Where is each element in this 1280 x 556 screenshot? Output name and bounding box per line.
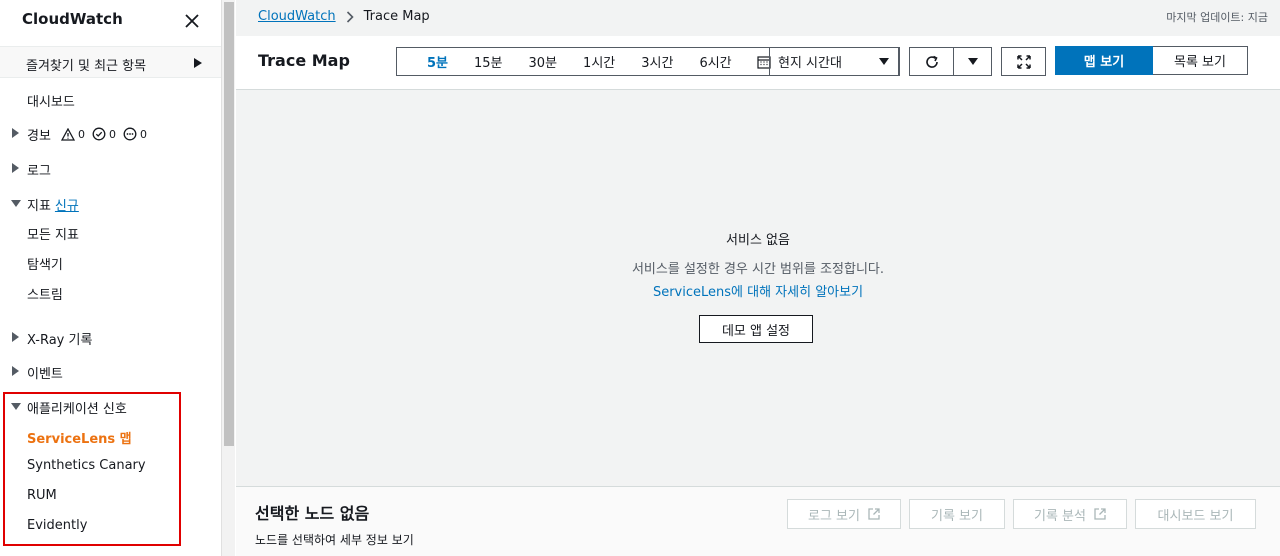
- sidebar-item-logs[interactable]: 로그: [0, 157, 221, 181]
- sidebar-item-application-signals[interactable]: 애플리케이션 신호: [0, 395, 221, 419]
- sidebar-item-rum[interactable]: RUM: [0, 485, 221, 509]
- sidebar-scrollbar[interactable]: [221, 0, 235, 556]
- caret-down-icon: [11, 200, 21, 207]
- check-circle-icon: [92, 127, 106, 141]
- empty-description: 서비스를 설정한 경우 시간 범위를 조정합니다.: [631, 262, 885, 277]
- external-link-icon: [1094, 508, 1106, 520]
- learn-more-link-text-suffix: 에 대해 자세히 알아보기: [731, 285, 864, 300]
- breadcrumb-cloudwatch-link[interactable]: CloudWatch: [258, 9, 336, 24]
- favorites-label: 즐겨찾기 및 최근 항목: [26, 59, 147, 74]
- sidebar-item-label: 대시보드: [27, 95, 75, 110]
- view-dashboard-label: 대시보드 보기: [1157, 508, 1234, 524]
- view-logs-button[interactable]: 로그 보기: [787, 499, 901, 529]
- node-panel-title: 선택한 노드 없음: [255, 504, 370, 523]
- caret-right-icon: [194, 58, 202, 68]
- insufficient-count: 0: [140, 127, 147, 141]
- sidebar: CloudWatch 즐겨찾기 및 최근 항목 대시보드 경보 0 0 0 로그…: [0, 0, 221, 556]
- analyze-traces-label: 기록 분석: [1034, 508, 1086, 524]
- caret-down-icon: [879, 58, 889, 65]
- sidebar-item-label: RUM: [27, 488, 57, 503]
- sidebar-item-label: ServiceLens 맵: [27, 432, 132, 447]
- sidebar-item-streams[interactable]: 스트림: [0, 281, 221, 305]
- sidebar-item-label: 지표: [27, 199, 51, 214]
- sidebar-item-label: 모든 지표: [27, 228, 79, 243]
- scrollbar-thumb[interactable]: [224, 2, 234, 446]
- expand-icon: [1016, 54, 1031, 69]
- sidebar-item-synthetics[interactable]: Synthetics Canary: [0, 455, 221, 479]
- caret-right-icon: [12, 128, 19, 138]
- sidebar-item-servicelens[interactable]: ServiceLens 맵: [0, 425, 221, 449]
- timezone-select[interactable]: 현지 시간대: [769, 47, 900, 76]
- last-updated-text: 마지막 업데이트: 지금: [1166, 11, 1268, 24]
- time-option-1h[interactable]: 1시간: [570, 52, 628, 71]
- refresh-icon: [925, 55, 938, 68]
- view-logs-label: 로그 보기: [808, 508, 860, 524]
- time-option-6h[interactable]: 6시간: [686, 52, 744, 71]
- sidebar-item-events[interactable]: 이벤트: [0, 360, 221, 384]
- time-option-5m[interactable]: 5분: [414, 52, 461, 71]
- empty-title: 서비스 없음: [726, 233, 790, 248]
- sidebar-item-metrics[interactable]: 지표 신규: [0, 192, 221, 216]
- sidebar-item-label: 애플리케이션 신호: [27, 402, 127, 417]
- sidebar-item-label: 스트림: [27, 288, 63, 303]
- new-badge-link[interactable]: 신규: [55, 199, 79, 214]
- time-option-15m[interactable]: 15분: [461, 52, 516, 71]
- refresh-button[interactable]: [909, 47, 954, 76]
- analyze-traces-button[interactable]: 기록 분석: [1013, 499, 1127, 529]
- chevron-right-icon: [346, 10, 354, 23]
- sidebar-item-label: 이벤트: [27, 367, 63, 382]
- time-option-30m[interactable]: 30분: [516, 52, 571, 71]
- view-dashboard-button[interactable]: 대시보드 보기: [1135, 499, 1256, 529]
- sidebar-item-alarms[interactable]: 경보 0 0 0: [0, 122, 221, 146]
- time-option-3h[interactable]: 3시간: [628, 52, 686, 71]
- warning-icon: [61, 127, 75, 141]
- sidebar-title: CloudWatch: [22, 10, 123, 28]
- alarm-count: 0: [78, 127, 85, 141]
- caret-down-icon: [11, 403, 21, 410]
- list-view-button[interactable]: 목록 보기: [1153, 46, 1248, 75]
- sidebar-item-xray[interactable]: X-Ray 기록: [0, 326, 221, 350]
- sidebar-item-label: Evidently: [27, 518, 88, 533]
- sidebar-item-label: 로그: [27, 164, 51, 179]
- sidebar-item-evidently[interactable]: Evidently: [0, 515, 221, 539]
- alarm-status-counts: 0 0 0: [61, 127, 147, 141]
- timezone-value: 현지 시간대: [778, 56, 842, 71]
- learn-more-link-text: ServiceLens: [652, 285, 732, 300]
- map-view-button[interactable]: 맵 보기: [1055, 46, 1153, 75]
- favorites-section[interactable]: 즐겨찾기 및 최근 항목: [0, 46, 221, 78]
- main-content: CloudWatch Trace Map 마지막 업데이트: 지금 Trace …: [236, 0, 1280, 556]
- header-bar: Trace Map 5분 15분 30분 1시간 3시간 6시간 현지 시간대 …: [236, 36, 1280, 90]
- view-traces-button[interactable]: 기록 보기: [909, 499, 1005, 529]
- view-mode-toggle: 맵 보기 목록 보기: [1055, 46, 1248, 75]
- ellipsis-circle-icon: [123, 127, 137, 141]
- page-title: Trace Map: [258, 51, 350, 70]
- caret-right-icon: [12, 366, 19, 376]
- setup-demo-app-button[interactable]: 데모 앱 설정: [699, 315, 813, 343]
- sidebar-item-label: X-Ray 기록: [27, 333, 93, 348]
- ok-count: 0: [109, 127, 116, 141]
- breadcrumb: CloudWatch Trace Map: [258, 9, 430, 24]
- node-details-panel: 선택한 노드 없음 노드를 선택하여 세부 정보 보기 로그 보기 기록 보기 …: [236, 486, 1280, 556]
- sidebar-item-explorer[interactable]: 탐색기: [0, 251, 221, 275]
- sidebar-item-all-metrics[interactable]: 모든 지표: [0, 221, 221, 245]
- caret-right-icon: [12, 163, 19, 173]
- caret-right-icon: [12, 332, 19, 342]
- node-panel-description: 노드를 선택하여 세부 정보 보기: [255, 533, 414, 547]
- sidebar-item-label: 탐색기: [27, 258, 63, 273]
- breadcrumb-current: Trace Map: [363, 9, 430, 24]
- external-link-icon: [868, 508, 880, 520]
- close-icon[interactable]: [183, 12, 201, 30]
- time-range-selector: 5분 15분 30분 1시간 3시간 6시간 현지 시간대: [396, 47, 900, 76]
- learn-more-link[interactable]: ServiceLens에 대해 자세히 알아보기: [236, 281, 1280, 300]
- sidebar-item-dashboard[interactable]: 대시보드: [0, 88, 221, 112]
- sidebar-item-label: 경보: [27, 129, 51, 144]
- refresh-interval-dropdown[interactable]: [953, 47, 992, 76]
- sidebar-item-label: Synthetics Canary: [27, 458, 146, 473]
- fullscreen-button[interactable]: [1001, 47, 1046, 76]
- view-traces-label: 기록 보기: [931, 508, 983, 524]
- caret-down-icon: [967, 58, 978, 65]
